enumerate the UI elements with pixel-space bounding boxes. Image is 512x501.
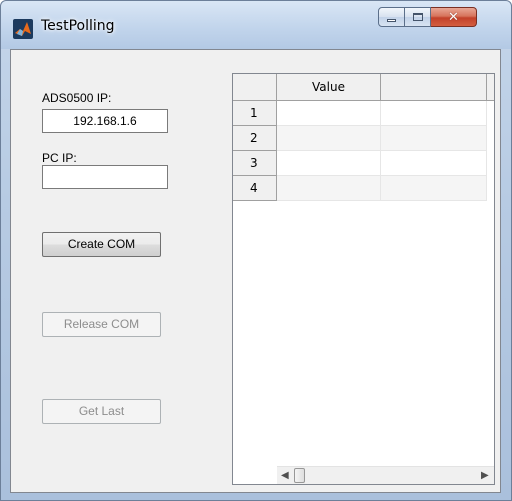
minimize-icon xyxy=(387,18,396,22)
table-cell[interactable] xyxy=(277,151,381,176)
table-cell[interactable] xyxy=(277,101,381,126)
row-header-1[interactable]: 1 xyxy=(233,101,277,126)
data-table[interactable]: Value 1 2 3 4 ◀ ▶ xyxy=(232,73,495,485)
ads-ip-field[interactable]: 192.168.1.6 xyxy=(42,109,168,133)
table-corner xyxy=(233,74,277,101)
scroll-right-icon[interactable]: ▶ xyxy=(481,470,489,481)
title-bar[interactable]: TestPolling ✕ xyxy=(1,1,511,49)
release-com-button[interactable]: Release COM xyxy=(42,312,161,337)
scrollbar-thumb[interactable] xyxy=(294,468,305,483)
pc-ip-field[interactable] xyxy=(42,165,168,189)
close-icon: ✕ xyxy=(448,9,459,25)
row-header-4[interactable]: 4 xyxy=(233,176,277,201)
row-header-2[interactable]: 2 xyxy=(233,126,277,151)
create-com-button[interactable]: Create COM xyxy=(42,232,161,257)
window-controls: ✕ xyxy=(378,7,477,27)
ads-ip-label: ADS0500 IP: xyxy=(42,91,112,105)
minimize-button[interactable] xyxy=(378,7,405,27)
table-cell[interactable] xyxy=(381,126,487,151)
pc-ip-label: PC IP: xyxy=(42,151,77,165)
table-cell[interactable] xyxy=(381,176,487,201)
get-last-button[interactable]: Get Last xyxy=(42,399,161,424)
table-cell[interactable] xyxy=(277,176,381,201)
close-button[interactable]: ✕ xyxy=(431,7,477,27)
table-cell[interactable] xyxy=(381,101,487,126)
maximize-button[interactable] xyxy=(405,7,431,27)
column-header-2[interactable] xyxy=(381,74,487,101)
app-window: TestPolling ✕ ADS0500 IP: 192.168.1.6 PC… xyxy=(0,0,512,501)
column-header-3[interactable] xyxy=(487,74,494,101)
matlab-icon xyxy=(13,19,33,39)
table-cell[interactable] xyxy=(381,151,487,176)
maximize-icon xyxy=(412,13,423,21)
column-header-value[interactable]: Value xyxy=(277,74,381,101)
horizontal-scrollbar[interactable]: ◀ ▶ xyxy=(277,466,494,484)
client-area: ADS0500 IP: 192.168.1.6 PC IP: Create CO… xyxy=(10,49,501,493)
scroll-left-icon[interactable]: ◀ xyxy=(281,470,289,481)
window-title: TestPolling xyxy=(41,18,115,34)
row-header-3[interactable]: 3 xyxy=(233,151,277,176)
table-cell[interactable] xyxy=(277,126,381,151)
